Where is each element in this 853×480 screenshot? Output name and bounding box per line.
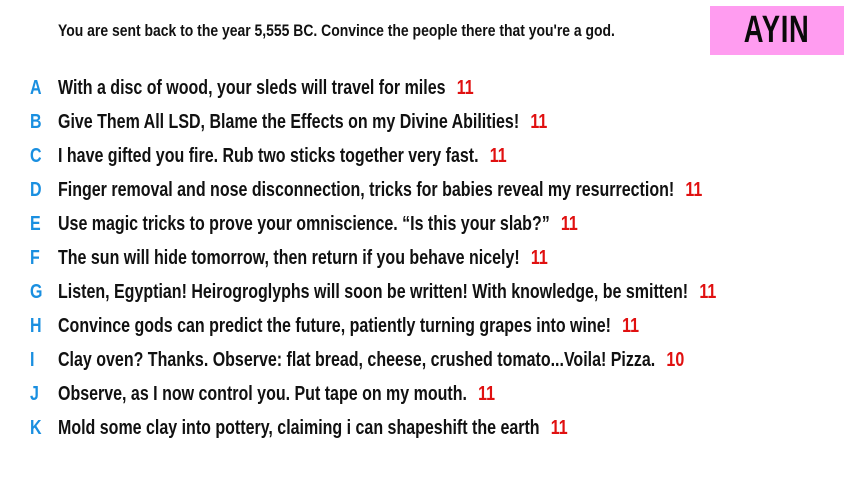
answer-item[interactable]: C I have gifted you fire. Rub two sticks… bbox=[0, 139, 853, 173]
answer-score: 11 bbox=[699, 281, 717, 304]
answer-score: 11 bbox=[478, 383, 496, 406]
answer-letter: D bbox=[30, 178, 42, 201]
player-name-badge: AYIN bbox=[710, 6, 844, 55]
answer-letter: K bbox=[30, 417, 42, 440]
answer-item[interactable]: A With a disc of wood, your sleds will t… bbox=[0, 71, 853, 105]
answer-letter: C bbox=[30, 144, 42, 167]
answer-text: Mold some clay into pottery, claiming i … bbox=[58, 417, 540, 440]
player-name: AYIN bbox=[744, 9, 810, 51]
answer-text: I have gifted you fire. Rub two sticks t… bbox=[58, 144, 479, 167]
answer-text: With a disc of wood, your sleds will tra… bbox=[58, 76, 446, 99]
answer-item[interactable]: K Mold some clay into pottery, claiming … bbox=[0, 412, 853, 446]
answer-item[interactable]: H Convince gods can predict the future, … bbox=[0, 310, 853, 344]
answer-letter: H bbox=[30, 315, 42, 338]
answer-score: 11 bbox=[685, 178, 703, 201]
answer-text: Use magic tricks to prove your omniscien… bbox=[58, 212, 550, 235]
answer-text: Finger removal and nose disconnection, t… bbox=[58, 178, 675, 201]
answer-item[interactable]: I Clay oven? Thanks. Observe: flat bread… bbox=[0, 344, 853, 378]
answer-letter: B bbox=[30, 110, 42, 133]
answer-text: Observe, as I now control you. Put tape … bbox=[58, 383, 467, 406]
question-prompt: You are sent back to the year 5,555 BC. … bbox=[58, 21, 615, 40]
answer-text: The sun will hide tomorrow, then return … bbox=[58, 247, 520, 270]
answer-item[interactable]: F The sun will hide tomorrow, then retur… bbox=[0, 241, 853, 275]
answer-score: 11 bbox=[530, 247, 548, 270]
answer-score: 10 bbox=[666, 349, 685, 372]
answer-letter: E bbox=[30, 212, 41, 235]
answer-text: Convince gods can predict the future, pa… bbox=[58, 315, 611, 338]
answer-score: 11 bbox=[560, 212, 578, 235]
answer-letter: G bbox=[30, 281, 43, 304]
answer-letter: J bbox=[30, 383, 39, 406]
answer-letter: I bbox=[30, 349, 35, 372]
answer-text: Listen, Egyptian! Heirogroglyphs will so… bbox=[58, 281, 689, 304]
answer-item[interactable]: D Finger removal and nose disconnection,… bbox=[0, 173, 853, 207]
answer-letter: F bbox=[30, 247, 40, 270]
answer-text: Give Them All LSD, Blame the Effects on … bbox=[58, 110, 520, 133]
answer-item[interactable]: J Observe, as I now control you. Put tap… bbox=[0, 378, 853, 412]
answer-text: Clay oven? Thanks. Observe: flat bread, … bbox=[58, 349, 656, 372]
answer-item[interactable]: E Use magic tricks to prove your omnisci… bbox=[0, 207, 853, 241]
answer-score: 11 bbox=[456, 76, 474, 99]
answer-score: 11 bbox=[489, 144, 507, 167]
answer-item[interactable]: G Listen, Egyptian! Heirogroglyphs will … bbox=[0, 276, 853, 310]
answer-letter: A bbox=[30, 76, 42, 99]
answer-score: 11 bbox=[530, 110, 548, 133]
answer-list: A With a disc of wood, your sleds will t… bbox=[0, 71, 853, 446]
answer-score: 11 bbox=[622, 315, 640, 338]
answer-score: 11 bbox=[550, 417, 568, 440]
answer-item[interactable]: B Give Them All LSD, Blame the Effects o… bbox=[0, 105, 853, 139]
